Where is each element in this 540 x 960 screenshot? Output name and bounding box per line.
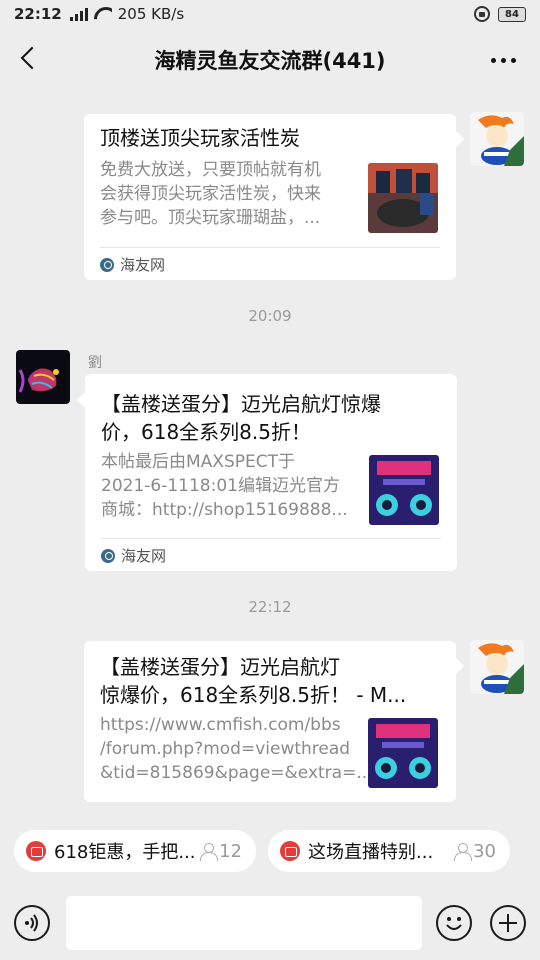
voice-input-icon[interactable] xyxy=(14,905,50,941)
haiyou-logo-icon xyxy=(101,548,115,563)
link-card-message[interactable]: 【盖楼送蛋分】迈光启航灯 惊爆价，618全系列8.5折！ - M... http… xyxy=(84,641,456,802)
timestamp: 22:12 xyxy=(248,598,292,616)
link-card-message[interactable]: 顶楼送顶尖玩家活性炭 免费大放送，只要顶帖就有机 会获得顶尖玩家活性炭，快来 参… xyxy=(84,114,456,280)
live-title: 这场直播特别... xyxy=(308,842,434,863)
haiyou-logo-icon xyxy=(100,257,114,272)
status-bar: 22:12 205 KB/s 84 xyxy=(0,0,540,28)
battery-icon: 84 xyxy=(498,6,526,22)
sender-avatar[interactable] xyxy=(16,350,70,404)
card-title: 顶楼送顶尖玩家活性炭 xyxy=(100,126,300,150)
back-arrow-icon[interactable] xyxy=(16,46,44,74)
card-source: 海友网 xyxy=(101,545,166,566)
plus-icon[interactable] xyxy=(490,905,526,941)
self-avatar[interactable] xyxy=(470,112,524,166)
chat-header: 海精灵鱼友交流群(441) xyxy=(0,28,540,92)
emoji-icon[interactable] xyxy=(436,905,472,941)
card-description: https://www.cmfish.com/bbs /forum.php?mo… xyxy=(100,715,373,783)
card-thumbnail xyxy=(368,163,438,233)
live-stream-pill[interactable]: 618钜惠，手把... 12 xyxy=(14,830,256,872)
status-time: 22:12 xyxy=(14,5,62,23)
wifi-icon xyxy=(94,7,112,21)
card-title: 【盖楼送蛋分】迈光启航灯 惊爆价，618全系列8.5折！ - M... xyxy=(100,655,407,707)
link-card-message[interactable]: 【盖楼送蛋分】迈光启航灯惊爆 价，618全系列8.5折！ 本帖最后由MAXSPE… xyxy=(85,374,457,571)
message-input[interactable] xyxy=(66,896,422,950)
card-source: 海友网 xyxy=(100,254,165,275)
card-thumbnail xyxy=(368,718,438,788)
person-icon xyxy=(200,842,219,861)
card-description: 本帖最后由MAXSPECT于 2021-6-1118:01编辑迈光官方 商城：h… xyxy=(101,452,348,520)
card-title: 【盖楼送蛋分】迈光启航灯惊爆 价，618全系列8.5折！ xyxy=(101,392,381,444)
input-bar xyxy=(0,888,540,960)
live-tv-icon xyxy=(26,841,46,861)
live-tv-icon xyxy=(280,841,300,861)
network-speed: 205 KB/s xyxy=(117,5,185,23)
viewer-count: 30 xyxy=(454,841,496,862)
viewer-count: 12 xyxy=(200,841,242,862)
cellular-signal-icon xyxy=(69,7,88,21)
rotation-lock-icon xyxy=(474,6,490,22)
person-icon xyxy=(454,842,473,861)
live-stream-pill[interactable]: 这场直播特别... 30 xyxy=(268,830,510,872)
card-thumbnail xyxy=(369,455,439,525)
more-options-icon[interactable] xyxy=(491,58,516,63)
card-description: 免费大放送，只要顶帖就有机 会获得顶尖玩家活性炭，快来 参与吧。顶尖玩家珊瑚盐，… xyxy=(100,160,321,228)
sender-name: 劉 xyxy=(88,355,102,371)
chat-title: 海精灵鱼友交流群(441) xyxy=(154,49,386,73)
live-title: 618钜惠，手把... xyxy=(54,842,196,863)
self-avatar[interactable] xyxy=(470,640,524,694)
timestamp: 20:09 xyxy=(248,307,292,325)
